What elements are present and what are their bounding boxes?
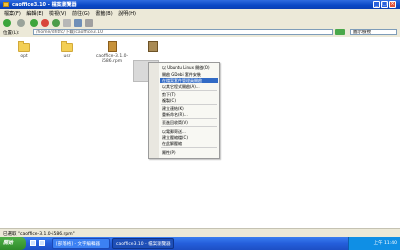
quicklaunch-browser-icon[interactable] bbox=[39, 240, 45, 246]
clock: 上午 11:40 bbox=[373, 241, 397, 246]
menu-separator bbox=[161, 126, 217, 127]
computer-icon[interactable] bbox=[74, 19, 82, 27]
close-button[interactable]: × bbox=[389, 1, 396, 8]
menu-file[interactable]: 檔案(F) bbox=[4, 10, 21, 17]
file-label: caoffice-3.1.0-i586.rpm bbox=[95, 54, 129, 64]
menu-item-rename[interactable]: 重新命名(R)... bbox=[160, 112, 218, 117]
package-icon bbox=[107, 41, 117, 52]
folder-icon bbox=[61, 41, 73, 52]
forward-icon[interactable] bbox=[17, 19, 25, 27]
minimize-button[interactable]: _ bbox=[373, 1, 380, 8]
folder-icon bbox=[18, 41, 30, 52]
menu-item-open-package-manager[interactable]: 在檔案套件管理員開啟 bbox=[160, 78, 218, 83]
back-icon[interactable] bbox=[3, 19, 11, 27]
menu-edit[interactable]: 編輯(E) bbox=[26, 10, 43, 17]
menu-item-create-archive[interactable]: 建立壓縮檔(C) bbox=[160, 135, 218, 140]
menu-item-cut[interactable]: 剪下(T) bbox=[160, 92, 218, 97]
menu-separator bbox=[161, 118, 217, 119]
file-item-selected[interactable] bbox=[135, 41, 171, 54]
taskbar-item-file-browser[interactable]: caoffice3.10 - 檔案瀏覽器 bbox=[112, 238, 174, 249]
app-icon bbox=[3, 2, 9, 7]
file-item[interactable]: opt bbox=[6, 41, 42, 59]
menu-item-send-email[interactable]: 以電郵寄送... bbox=[160, 129, 218, 134]
system-tray: 上午 11:40 bbox=[348, 237, 400, 250]
menu-help[interactable]: 說明(H) bbox=[118, 10, 136, 17]
menu-separator bbox=[161, 147, 217, 148]
title-bar[interactable]: caoffice3.10 - 檔案瀏覽器 _ □ × bbox=[0, 0, 400, 9]
menu-item-trash[interactable]: 丟進回收筒(V) bbox=[160, 120, 218, 125]
menu-item-make-link[interactable]: 建立連結(K) bbox=[160, 106, 218, 111]
reload-icon[interactable] bbox=[52, 19, 60, 27]
menu-separator bbox=[161, 104, 217, 105]
menu-item-open[interactable]: 以 Ubuntu Linux 開啟(O) bbox=[160, 65, 218, 70]
menu-bookmarks[interactable]: 書籤(B) bbox=[95, 10, 112, 17]
start-button[interactable]: 開始 bbox=[0, 237, 26, 250]
search-icon[interactable] bbox=[85, 19, 93, 27]
file-item[interactable]: caoffice-3.1.0-i586.rpm bbox=[94, 41, 130, 64]
home-icon[interactable] bbox=[63, 19, 71, 27]
package-icon bbox=[148, 41, 158, 52]
file-label: opt bbox=[20, 54, 28, 59]
menu-item-properties[interactable]: 屬性(P) bbox=[160, 150, 218, 155]
go-button[interactable] bbox=[335, 29, 345, 35]
file-item[interactable]: usr bbox=[49, 41, 85, 59]
menu-separator bbox=[161, 90, 217, 91]
quicklaunch-desktop-icon[interactable] bbox=[30, 240, 36, 246]
window-title: caoffice3.10 - 檔案瀏覽器 bbox=[12, 2, 77, 8]
maximize-button[interactable]: □ bbox=[381, 1, 388, 8]
location-field[interactable]: /home/dhtfc/下載/caoffice3.10 bbox=[33, 29, 333, 35]
file-label: usr bbox=[63, 54, 71, 59]
taskbar: 開始 [部落格] - 文字編輯器 caoffice3.10 - 檔案瀏覽器 上午… bbox=[0, 237, 400, 250]
location-label: 位置(L): bbox=[3, 31, 20, 36]
menu-item-open-gdebi[interactable]: 開啟 GDebi 套件安裝 bbox=[160, 72, 218, 77]
taskbar-item-editor[interactable]: [部落格] - 文字編輯器 bbox=[52, 238, 110, 249]
menu-item-open-with[interactable]: 以其它程式開啟(A)... bbox=[160, 84, 218, 89]
context-menu: 以 Ubuntu Linux 開啟(O) 開啟 GDebi 套件安裝 在檔案套件… bbox=[148, 62, 220, 159]
menu-gutter bbox=[149, 63, 159, 158]
up-icon[interactable] bbox=[30, 19, 38, 27]
menu-item-copy[interactable]: 複製(C) bbox=[160, 98, 218, 103]
view-mode-select[interactable]: 圖示檢視 bbox=[350, 29, 397, 35]
menu-item-extract-here[interactable]: 在此解壓縮 bbox=[160, 141, 218, 146]
stop-icon[interactable] bbox=[41, 19, 49, 27]
menu-view[interactable]: 檢視(V) bbox=[49, 10, 66, 17]
menu-go[interactable]: 前往(G) bbox=[72, 10, 90, 17]
